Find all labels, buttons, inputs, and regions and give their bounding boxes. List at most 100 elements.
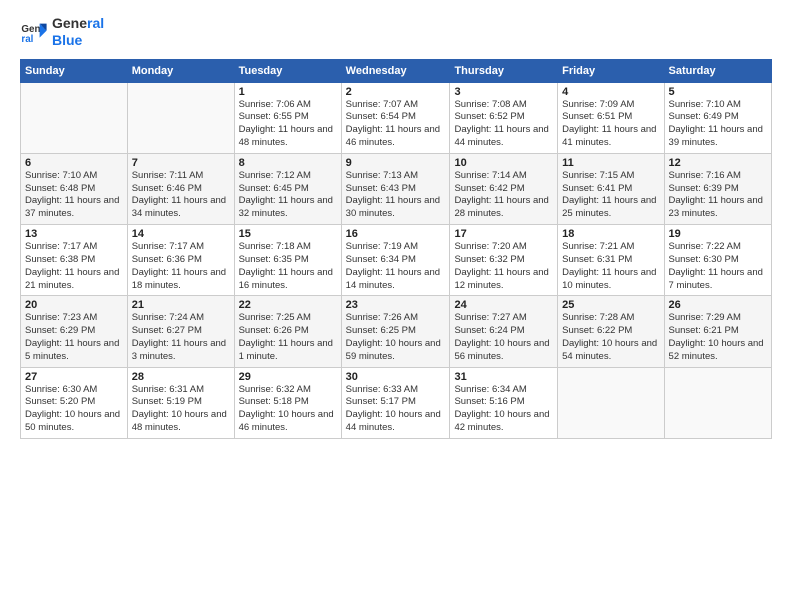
day-info: Sunrise: 7:18 AM Sunset: 6:35 PM Dayligh… [239,241,337,292]
calendar-cell: 11Sunrise: 7:15 AM Sunset: 6:41 PM Dayli… [558,153,664,224]
day-number: 10 [454,157,553,169]
day-number: 1 [239,86,337,98]
svg-text:ral: ral [21,34,33,45]
calendar-cell: 19Sunrise: 7:22 AM Sunset: 6:30 PM Dayli… [664,225,771,296]
calendar-cell: 26Sunrise: 7:29 AM Sunset: 6:21 PM Dayli… [664,296,771,367]
calendar-cell [558,367,664,438]
day-info: Sunrise: 7:14 AM Sunset: 6:42 PM Dayligh… [454,170,553,221]
day-info: Sunrise: 7:13 AM Sunset: 6:43 PM Dayligh… [346,170,446,221]
calendar-cell: 8Sunrise: 7:12 AM Sunset: 6:45 PM Daylig… [234,153,341,224]
day-header-tuesday: Tuesday [234,59,341,82]
day-number: 26 [669,299,767,311]
calendar-cell: 21Sunrise: 7:24 AM Sunset: 6:27 PM Dayli… [127,296,234,367]
calendar-cell: 2Sunrise: 7:07 AM Sunset: 6:54 PM Daylig… [341,82,450,153]
day-number: 14 [132,228,230,240]
calendar-cell [21,82,128,153]
day-info: Sunrise: 6:31 AM Sunset: 5:19 PM Dayligh… [132,384,230,435]
logo: Gene ral General Blue [20,15,104,49]
day-number: 29 [239,371,337,383]
calendar-cell: 5Sunrise: 7:10 AM Sunset: 6:49 PM Daylig… [664,82,771,153]
day-number: 31 [454,371,553,383]
day-info: Sunrise: 7:29 AM Sunset: 6:21 PM Dayligh… [669,312,767,363]
day-number: 18 [562,228,659,240]
calendar-cell: 17Sunrise: 7:20 AM Sunset: 6:32 PM Dayli… [450,225,558,296]
day-info: Sunrise: 6:30 AM Sunset: 5:20 PM Dayligh… [25,384,123,435]
calendar-cell: 12Sunrise: 7:16 AM Sunset: 6:39 PM Dayli… [664,153,771,224]
calendar-table: SundayMondayTuesdayWednesdayThursdayFrid… [20,59,772,439]
calendar-week-row: 20Sunrise: 7:23 AM Sunset: 6:29 PM Dayli… [21,296,772,367]
day-header-monday: Monday [127,59,234,82]
day-number: 12 [669,157,767,169]
day-number: 21 [132,299,230,311]
day-info: Sunrise: 7:10 AM Sunset: 6:49 PM Dayligh… [669,99,767,150]
calendar-cell: 13Sunrise: 7:17 AM Sunset: 6:38 PM Dayli… [21,225,128,296]
day-number: 20 [25,299,123,311]
day-info: Sunrise: 7:06 AM Sunset: 6:55 PM Dayligh… [239,99,337,150]
day-header-thursday: Thursday [450,59,558,82]
day-number: 24 [454,299,553,311]
calendar-cell: 25Sunrise: 7:28 AM Sunset: 6:22 PM Dayli… [558,296,664,367]
day-number: 25 [562,299,659,311]
calendar-cell: 28Sunrise: 6:31 AM Sunset: 5:19 PM Dayli… [127,367,234,438]
day-header-sunday: Sunday [21,59,128,82]
page-header: Gene ral General Blue [20,15,772,49]
calendar-cell: 4Sunrise: 7:09 AM Sunset: 6:51 PM Daylig… [558,82,664,153]
day-header-wednesday: Wednesday [341,59,450,82]
day-header-friday: Friday [558,59,664,82]
day-info: Sunrise: 7:21 AM Sunset: 6:31 PM Dayligh… [562,241,659,292]
calendar-cell: 27Sunrise: 6:30 AM Sunset: 5:20 PM Dayli… [21,367,128,438]
calendar-cell: 3Sunrise: 7:08 AM Sunset: 6:52 PM Daylig… [450,82,558,153]
calendar-week-row: 13Sunrise: 7:17 AM Sunset: 6:38 PM Dayli… [21,225,772,296]
day-info: Sunrise: 7:11 AM Sunset: 6:46 PM Dayligh… [132,170,230,221]
day-info: Sunrise: 7:25 AM Sunset: 6:26 PM Dayligh… [239,312,337,363]
day-info: Sunrise: 7:28 AM Sunset: 6:22 PM Dayligh… [562,312,659,363]
day-info: Sunrise: 7:19 AM Sunset: 6:34 PM Dayligh… [346,241,446,292]
day-info: Sunrise: 7:15 AM Sunset: 6:41 PM Dayligh… [562,170,659,221]
calendar-page: Gene ral General Blue SundayMondayTuesda… [0,0,792,612]
day-number: 16 [346,228,446,240]
day-number: 17 [454,228,553,240]
logo-text: General Blue [52,15,104,49]
day-info: Sunrise: 7:09 AM Sunset: 6:51 PM Dayligh… [562,99,659,150]
day-info: Sunrise: 7:07 AM Sunset: 6:54 PM Dayligh… [346,99,446,150]
calendar-week-row: 27Sunrise: 6:30 AM Sunset: 5:20 PM Dayli… [21,367,772,438]
calendar-cell: 1Sunrise: 7:06 AM Sunset: 6:55 PM Daylig… [234,82,341,153]
day-header-saturday: Saturday [664,59,771,82]
calendar-header-row: SundayMondayTuesdayWednesdayThursdayFrid… [21,59,772,82]
calendar-cell: 14Sunrise: 7:17 AM Sunset: 6:36 PM Dayli… [127,225,234,296]
day-number: 8 [239,157,337,169]
calendar-cell: 18Sunrise: 7:21 AM Sunset: 6:31 PM Dayli… [558,225,664,296]
calendar-cell: 10Sunrise: 7:14 AM Sunset: 6:42 PM Dayli… [450,153,558,224]
calendar-cell [664,367,771,438]
calendar-week-row: 1Sunrise: 7:06 AM Sunset: 6:55 PM Daylig… [21,82,772,153]
calendar-cell: 20Sunrise: 7:23 AM Sunset: 6:29 PM Dayli… [21,296,128,367]
day-number: 4 [562,86,659,98]
day-info: Sunrise: 7:20 AM Sunset: 6:32 PM Dayligh… [454,241,553,292]
day-number: 3 [454,86,553,98]
day-info: Sunrise: 7:24 AM Sunset: 6:27 PM Dayligh… [132,312,230,363]
day-number: 13 [25,228,123,240]
day-number: 5 [669,86,767,98]
calendar-cell: 31Sunrise: 6:34 AM Sunset: 5:16 PM Dayli… [450,367,558,438]
day-info: Sunrise: 7:08 AM Sunset: 6:52 PM Dayligh… [454,99,553,150]
calendar-cell: 15Sunrise: 7:18 AM Sunset: 6:35 PM Dayli… [234,225,341,296]
day-info: Sunrise: 6:33 AM Sunset: 5:17 PM Dayligh… [346,384,446,435]
calendar-cell: 24Sunrise: 7:27 AM Sunset: 6:24 PM Dayli… [450,296,558,367]
day-info: Sunrise: 7:17 AM Sunset: 6:38 PM Dayligh… [25,241,123,292]
day-info: Sunrise: 7:23 AM Sunset: 6:29 PM Dayligh… [25,312,123,363]
day-number: 30 [346,371,446,383]
calendar-cell: 22Sunrise: 7:25 AM Sunset: 6:26 PM Dayli… [234,296,341,367]
day-number: 22 [239,299,337,311]
day-info: Sunrise: 7:17 AM Sunset: 6:36 PM Dayligh… [132,241,230,292]
day-number: 6 [25,157,123,169]
calendar-week-row: 6Sunrise: 7:10 AM Sunset: 6:48 PM Daylig… [21,153,772,224]
day-number: 19 [669,228,767,240]
day-number: 2 [346,86,446,98]
calendar-cell [127,82,234,153]
day-info: Sunrise: 7:10 AM Sunset: 6:48 PM Dayligh… [25,170,123,221]
day-info: Sunrise: 6:34 AM Sunset: 5:16 PM Dayligh… [454,384,553,435]
day-number: 9 [346,157,446,169]
day-number: 7 [132,157,230,169]
calendar-cell: 7Sunrise: 7:11 AM Sunset: 6:46 PM Daylig… [127,153,234,224]
day-number: 15 [239,228,337,240]
